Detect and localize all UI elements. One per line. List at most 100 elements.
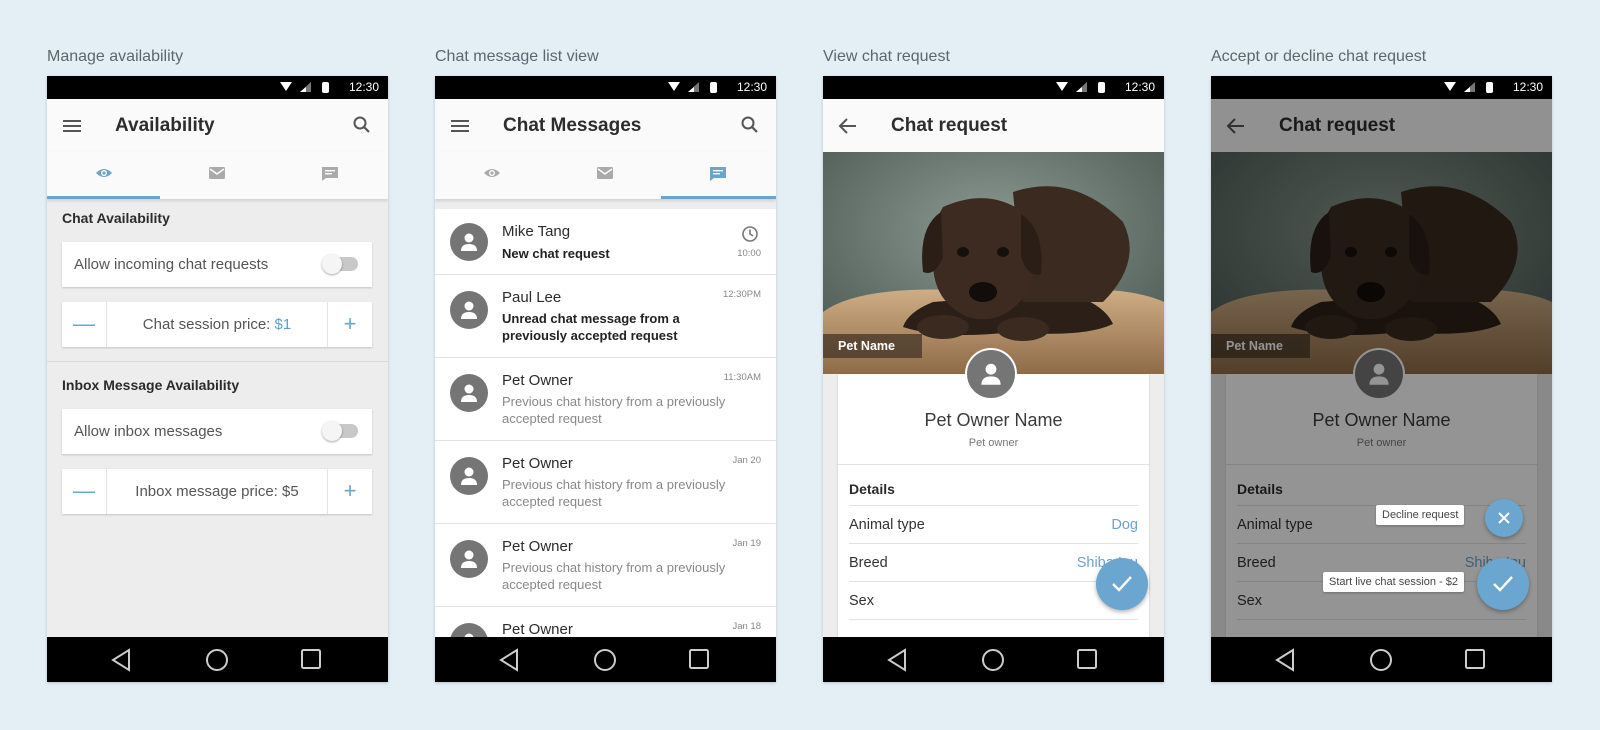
chat-price-decrease-button[interactable]: — [62, 302, 107, 347]
tab-bar [47, 152, 388, 199]
avatar [450, 223, 488, 261]
home-nav-icon[interactable] [593, 648, 617, 672]
inbox-price-label: Inbox message price: $5 [135, 483, 299, 500]
chat-list-item[interactable]: Pet Owner Previous chat history from a p… [435, 524, 776, 607]
chat-time: Jan 19 [732, 538, 761, 549]
nav-bar [47, 637, 388, 682]
page-title: Chat request [891, 115, 1008, 136]
inbox-price-stepper: — Inbox message price: $5 + [62, 469, 372, 514]
menu-icon[interactable] [61, 115, 83, 137]
avatar [450, 291, 488, 329]
owner-avatar [965, 348, 1017, 400]
back-nav-icon[interactable] [1274, 648, 1296, 672]
decline-fab[interactable] [1485, 499, 1523, 537]
chat-list-item[interactable]: Pet Owner Previous chat history from a p… [435, 358, 776, 441]
recents-nav-icon[interactable] [300, 648, 322, 670]
tab-availability[interactable] [435, 152, 548, 199]
home-nav-icon[interactable] [205, 648, 229, 672]
mail-icon [597, 167, 613, 179]
person-icon [461, 233, 477, 251]
status-bar: 12:30 [823, 76, 1164, 99]
chat-price-increase-button[interactable]: + [327, 302, 372, 347]
recents-nav-icon[interactable] [1076, 648, 1098, 670]
app-bar: Availability [47, 99, 388, 152]
tab-availability[interactable] [47, 152, 160, 199]
page-title: Availability [115, 115, 215, 136]
accept-fab[interactable] [1096, 558, 1148, 610]
detail-row-divider [849, 619, 1138, 621]
status-time: 12:30 [1124, 80, 1155, 94]
back-nav-icon[interactable] [498, 648, 520, 672]
chat-availability-heading: Chat Availability [62, 210, 170, 226]
check-icon [1493, 576, 1513, 592]
profile-divider [838, 464, 1149, 465]
detail-row-breed: Breed Shiba Inu [849, 543, 1138, 581]
avatar [450, 623, 488, 637]
chat-list-item[interactable]: Mike Tang New chat request 10:00 [435, 209, 776, 275]
caption-accept-decline: Accept or decline chat request [1211, 48, 1427, 65]
chat-list-item[interactable]: Pet Owner Previous chat history from a p… [435, 441, 776, 524]
status-time: 12:30 [736, 80, 767, 94]
chat-time: 12:30PM [722, 289, 761, 300]
avatar [450, 457, 488, 495]
chat-message-preview: Previous chat history from a previously … [502, 560, 726, 592]
owner-role: Pet owner [968, 437, 1019, 449]
nav-bar [823, 637, 1164, 682]
person-icon [461, 301, 477, 319]
back-nav-icon[interactable] [886, 648, 908, 672]
detail-label: Sex [849, 593, 874, 609]
chat-price-value: $1 [274, 316, 292, 333]
accept-fab[interactable] [1477, 558, 1529, 610]
status-icons [668, 82, 717, 93]
status-time: 12:30 [348, 80, 379, 94]
chat-list-item[interactable]: Paul Lee Unread chat message from a prev… [435, 275, 776, 358]
chat-sender-name: Pet Owner [502, 538, 573, 555]
clock-icon [742, 226, 758, 242]
back-nav-icon[interactable] [110, 648, 132, 672]
allow-chat-label: Allow incoming chat requests [74, 256, 269, 273]
chat-message-preview: New chat request [502, 246, 610, 261]
search-icon[interactable] [740, 115, 760, 135]
owner-name: Pet Owner Name [924, 410, 1063, 430]
status-icons [280, 82, 329, 93]
back-arrow-icon[interactable] [837, 115, 859, 137]
app-bar: Chat Messages [435, 99, 776, 152]
inbox-price-increase-button[interactable]: + [327, 469, 372, 514]
accept-tooltip: Start live chat session - $2 [1323, 572, 1465, 592]
home-nav-icon[interactable] [981, 648, 1005, 672]
menu-icon[interactable] [449, 115, 471, 137]
chat-time: 10:00 [737, 248, 761, 259]
tab-bar [435, 152, 776, 199]
allow-chat-toggle[interactable] [322, 254, 358, 274]
detail-row-animal-type: Animal type Dog [849, 505, 1138, 543]
tab-inbox[interactable] [160, 152, 273, 199]
recents-nav-icon[interactable] [688, 648, 710, 670]
status-icons [1056, 82, 1105, 93]
chat-message-preview: Unread chat message from a previously ac… [502, 311, 680, 343]
chat-price-label: Chat session price: [142, 316, 275, 333]
mail-icon [209, 167, 225, 179]
tab-chat[interactable] [273, 152, 386, 199]
tab-inbox[interactable] [548, 152, 661, 199]
home-nav-icon[interactable] [1369, 648, 1393, 672]
inbox-price-decrease-button[interactable]: — [62, 469, 107, 514]
chat-list-item[interactable]: Pet Owner Jan 18 [435, 607, 776, 637]
chat-message-preview: Previous chat history from a previously … [502, 394, 726, 426]
chat-time: Jan 18 [732, 621, 761, 632]
allow-inbox-toggle[interactable] [322, 421, 358, 441]
recents-nav-icon[interactable] [1464, 648, 1486, 670]
search-icon[interactable] [352, 115, 372, 135]
person-icon [461, 550, 477, 568]
chat-sender-name: Pet Owner [502, 455, 573, 472]
scrim-overlay[interactable] [1211, 99, 1552, 637]
page-title: Chat Messages [503, 115, 642, 136]
chat-sender-name: Mike Tang [502, 223, 571, 240]
status-icons [1444, 82, 1493, 93]
chat-time: 11:30AM [723, 372, 761, 383]
person-icon [461, 467, 477, 485]
close-icon [1498, 512, 1510, 524]
detail-label: Breed [849, 555, 888, 571]
nav-bar [435, 637, 776, 682]
chat-icon [710, 167, 726, 181]
tab-chat[interactable] [661, 152, 776, 199]
